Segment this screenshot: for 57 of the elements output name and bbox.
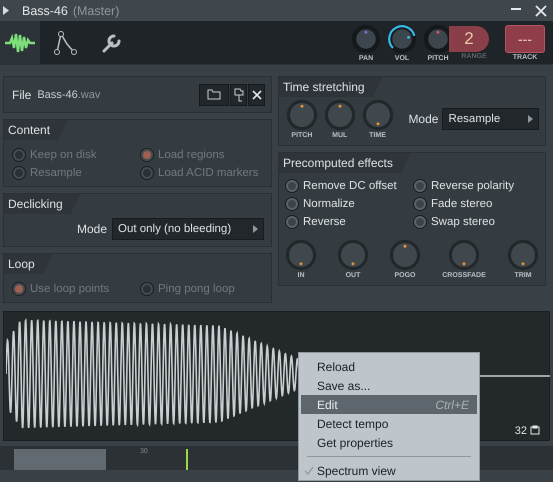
- option-label: Normalize: [303, 198, 355, 210]
- toggle-button[interactable]: [285, 179, 299, 193]
- waveform-icon: [5, 32, 35, 54]
- panel-title: Content: [4, 120, 68, 140]
- option-label: Fade stereo: [431, 198, 492, 210]
- option-label: Remove DC offset: [303, 180, 397, 192]
- folder-icon: [207, 89, 221, 100]
- panel-title: Time stretching: [279, 77, 383, 97]
- panel-title: Precomputed effects: [279, 153, 411, 173]
- close-icon: [252, 90, 262, 100]
- toggle-button[interactable]: [413, 197, 427, 211]
- menu-item[interactable]: Reload: [301, 357, 477, 376]
- range-display[interactable]: 2: [449, 26, 489, 52]
- file-label: File: [12, 88, 32, 102]
- option-label: Reverse polarity: [431, 180, 514, 192]
- track-display[interactable]: ---: [505, 24, 545, 52]
- option-label: Load regions: [158, 149, 224, 161]
- toggle-button[interactable]: [285, 197, 299, 211]
- mode-label: Mode: [76, 222, 107, 236]
- menu-item[interactable]: Get properties: [301, 433, 477, 452]
- panel-title: Declicking: [4, 194, 81, 214]
- wrench-icon: [101, 32, 123, 54]
- window-subtitle: (Master): [72, 4, 120, 18]
- option-label: Ping pong loop: [158, 283, 235, 295]
- envelope-nodes-icon: [53, 30, 79, 56]
- toggle-button[interactable]: [285, 215, 299, 229]
- toggle-button[interactable]: [413, 179, 427, 193]
- sample-count: 32: [514, 425, 527, 437]
- menu-item[interactable]: Spectrum view: [301, 461, 477, 480]
- wave-tab[interactable]: [0, 21, 40, 64]
- option-label: Resample: [30, 167, 82, 179]
- menu-item[interactable]: Detect tempo: [301, 414, 477, 433]
- option-label: Keep on disk: [30, 149, 96, 161]
- toggle-button[interactable]: [413, 215, 427, 229]
- option-label: Reverse: [303, 216, 346, 228]
- open-folder-button[interactable]: [199, 84, 229, 106]
- option-label: Use loop points: [30, 283, 110, 295]
- dropdown-arrow-icon: [528, 115, 533, 123]
- option-label: Load ACID markers: [158, 167, 258, 179]
- dropdown-arrow-icon: [253, 225, 258, 233]
- menu-item[interactable]: Edit Ctrl+E: [301, 395, 477, 414]
- check-icon: [304, 466, 314, 476]
- mode-label: Mode: [408, 112, 438, 126]
- window-title: Bass-46: [22, 4, 68, 18]
- option-label: Swap stereo: [431, 216, 495, 228]
- mode-dropdown[interactable]: Out only (no bleeding): [112, 218, 264, 240]
- panel-title: Loop: [4, 254, 53, 274]
- clipboard-icon: [530, 425, 540, 435]
- remove-button[interactable]: [248, 84, 265, 106]
- menu-item[interactable]: Save as...: [301, 376, 477, 395]
- file-name: Bass-46.wav: [37, 88, 100, 100]
- folder-tree-icon: [234, 88, 244, 102]
- expand-arrow-icon[interactable]: [3, 6, 9, 15]
- mode-dropdown[interactable]: Resample: [442, 108, 539, 130]
- close-icon[interactable]: [535, 4, 547, 16]
- knob[interactable]: [387, 24, 417, 54]
- browse-button[interactable]: [230, 84, 247, 106]
